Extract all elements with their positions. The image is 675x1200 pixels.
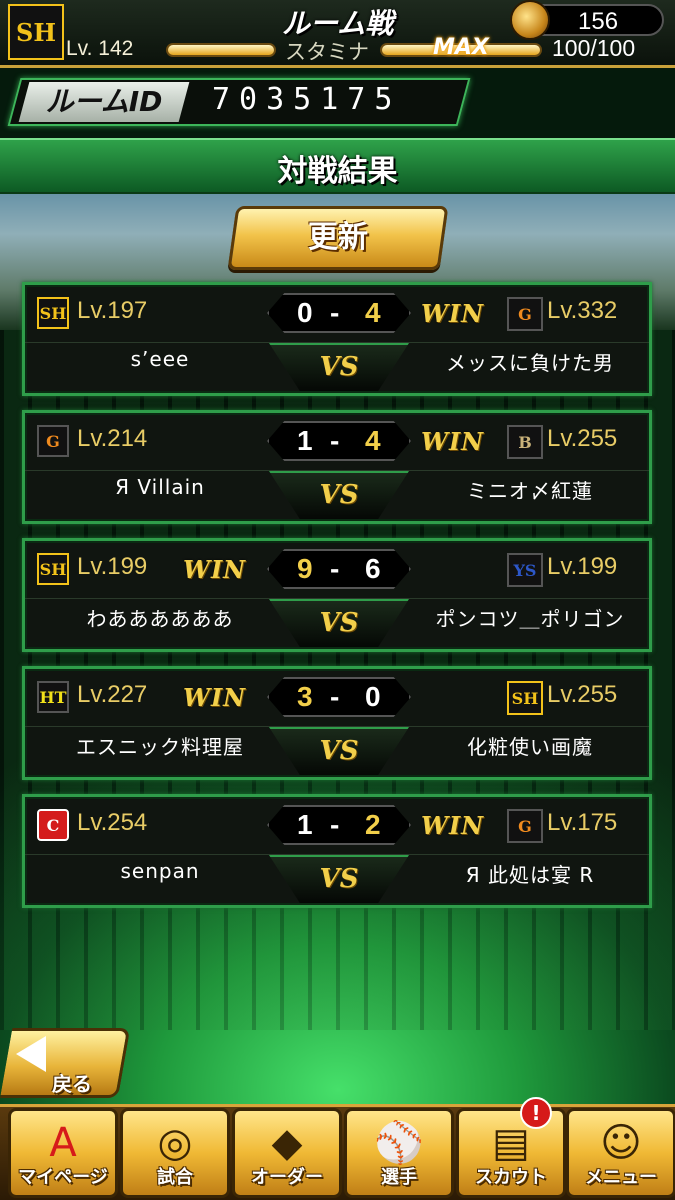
left-player-level: Lv.197 xyxy=(77,297,148,324)
right-score: 4 xyxy=(365,297,381,328)
stamina-value: 100/100 xyxy=(552,35,636,61)
nav-item-label: マイページ xyxy=(18,1167,108,1188)
right-score: 4 xyxy=(365,425,381,456)
right-team-logo-icon: B xyxy=(507,425,543,459)
coin-count: 156 xyxy=(578,8,619,35)
nav-item[interactable]: A マイページ xyxy=(8,1108,118,1198)
right-player-level: Lv.255 xyxy=(547,681,618,708)
scout-alert-badge: ! xyxy=(520,1097,552,1129)
right-score: 6 xyxy=(365,553,381,584)
left-arrow-icon xyxy=(16,1036,46,1072)
right-player-level: Lv.199 xyxy=(547,553,618,580)
right-team-logo-icon: YS xyxy=(507,553,543,587)
right-player-name: ポンコツ＿ポリゴン xyxy=(435,607,625,631)
win-label: WIN xyxy=(183,683,247,712)
update-button[interactable]: 更新 xyxy=(227,206,449,270)
win-label: WIN xyxy=(421,427,485,456)
left-player-level: Lv.254 xyxy=(77,809,148,836)
match-card[interactable]: SH Lv.197 0-4 WIN G Lv.332 VS s’eee メッスに負けた男 xyxy=(22,282,652,396)
win-label: WIN xyxy=(183,555,247,584)
score-dash: - xyxy=(330,553,340,584)
right-team-logo-icon: G xyxy=(507,809,543,843)
nav-item[interactable]: ☺ メニュー xyxy=(566,1108,675,1198)
left-score: 0 xyxy=(297,297,313,328)
nav-item[interactable]: ◎ 試合 xyxy=(120,1108,230,1198)
room-id-label-plate: ルームID xyxy=(18,82,190,122)
left-player-name: Я Villain xyxy=(115,475,205,499)
left-team-logo-icon: HT xyxy=(37,681,69,713)
nav-item-label: 選手 xyxy=(381,1167,417,1188)
nav-item-label: スカウト xyxy=(475,1167,547,1188)
baseball-fire-coin-icon xyxy=(510,0,550,40)
left-player-level: Lv.227 xyxy=(77,681,148,708)
nav-item[interactable]: ⚾ 選手 xyxy=(344,1108,454,1198)
vs-label: VS xyxy=(319,864,359,894)
right-score: 2 xyxy=(365,809,381,840)
win-label: WIN xyxy=(421,811,485,840)
nav-item[interactable]: ◆ オーダー xyxy=(232,1108,342,1198)
match-card[interactable]: SH Lv.199 WIN 9-6 YS Lv.199 VS わああああああ ポンコツ＿ポリゴン xyxy=(22,538,652,652)
right-player-level: Lv.255 xyxy=(547,425,618,452)
right-player-name: ミニオ〆紅蓮 xyxy=(467,479,593,503)
left-score: 9 xyxy=(297,553,313,584)
left-player-name: わああああああ xyxy=(86,607,234,631)
score-dash: - xyxy=(330,425,340,456)
left-score: 3 xyxy=(297,681,313,712)
match-card[interactable]: G Lv.214 1-4 WIN B Lv.255 VS Я Villain ミニオ〆紅蓮 xyxy=(22,410,652,524)
room-id-label: ルームID xyxy=(45,85,163,118)
left-score: 1 xyxy=(297,425,313,456)
nav-item-label: オーダー xyxy=(251,1167,323,1188)
left-player-level: Lv.214 xyxy=(77,425,148,452)
right-player-level: Lv.332 xyxy=(547,297,618,324)
team-logo-icon[interactable]: SH xyxy=(8,4,64,60)
left-team-logo-icon: G xyxy=(37,425,69,457)
win-label: WIN xyxy=(421,299,485,328)
match-card[interactable]: HT Lv.227 WIN 3-0 SH Lv.255 VS エスニック料理屋 化粧使い画魔 xyxy=(22,666,652,780)
results-title: 対戦結果 xyxy=(277,154,398,189)
back-button-label: 戻る xyxy=(52,1072,92,1096)
vs-plate: VS xyxy=(269,343,409,391)
right-team-logo-icon: SH xyxy=(507,681,543,715)
player-level: Lv. 142 xyxy=(66,37,134,60)
right-player-name: メッスに負けた男 xyxy=(446,351,614,375)
vs-label: VS xyxy=(319,608,359,638)
score-dash: - xyxy=(330,809,340,840)
vs-plate: VS xyxy=(269,855,409,903)
left-player-name: senpan xyxy=(120,859,200,883)
right-player-name: Я 此処は宴 R xyxy=(465,863,595,887)
left-player-name: エスニック料理屋 xyxy=(76,735,244,759)
left-team-logo-icon: SH xyxy=(37,553,69,585)
stamina-max-label: MAX xyxy=(433,35,489,60)
vs-plate: VS xyxy=(269,727,409,775)
vs-label: VS xyxy=(319,480,359,510)
match-card[interactable]: C Lv.254 1-2 WIN G Lv.175 VS senpan Я 此処は宴 R xyxy=(22,794,652,908)
left-score: 1 xyxy=(297,809,313,840)
left-player-level: Lv.199 xyxy=(77,553,148,580)
right-score: 0 xyxy=(365,681,381,712)
score-dash: - xyxy=(330,681,340,712)
vs-plate: VS xyxy=(269,599,409,647)
score-dash: - xyxy=(330,297,340,328)
nav-item-label: 試合 xyxy=(157,1167,193,1188)
stamina-label: スタミナ xyxy=(285,40,369,64)
stamina-bar-left xyxy=(166,43,276,57)
update-button-label: 更新 xyxy=(308,220,368,255)
left-team-logo-icon: SH xyxy=(37,297,69,329)
vs-label: VS xyxy=(319,352,359,382)
nav-item-label: メニュー xyxy=(585,1167,657,1188)
vs-plate: VS xyxy=(269,471,409,519)
vs-label: VS xyxy=(319,736,359,766)
right-player-level: Lv.175 xyxy=(547,809,618,836)
left-player-name: s’eee xyxy=(130,347,190,371)
room-id-value: 7035175 xyxy=(212,82,402,117)
left-team-logo-icon: C xyxy=(37,809,69,841)
right-player-name: 化粧使い画魔 xyxy=(467,735,593,759)
right-team-logo-icon: G xyxy=(507,297,543,331)
